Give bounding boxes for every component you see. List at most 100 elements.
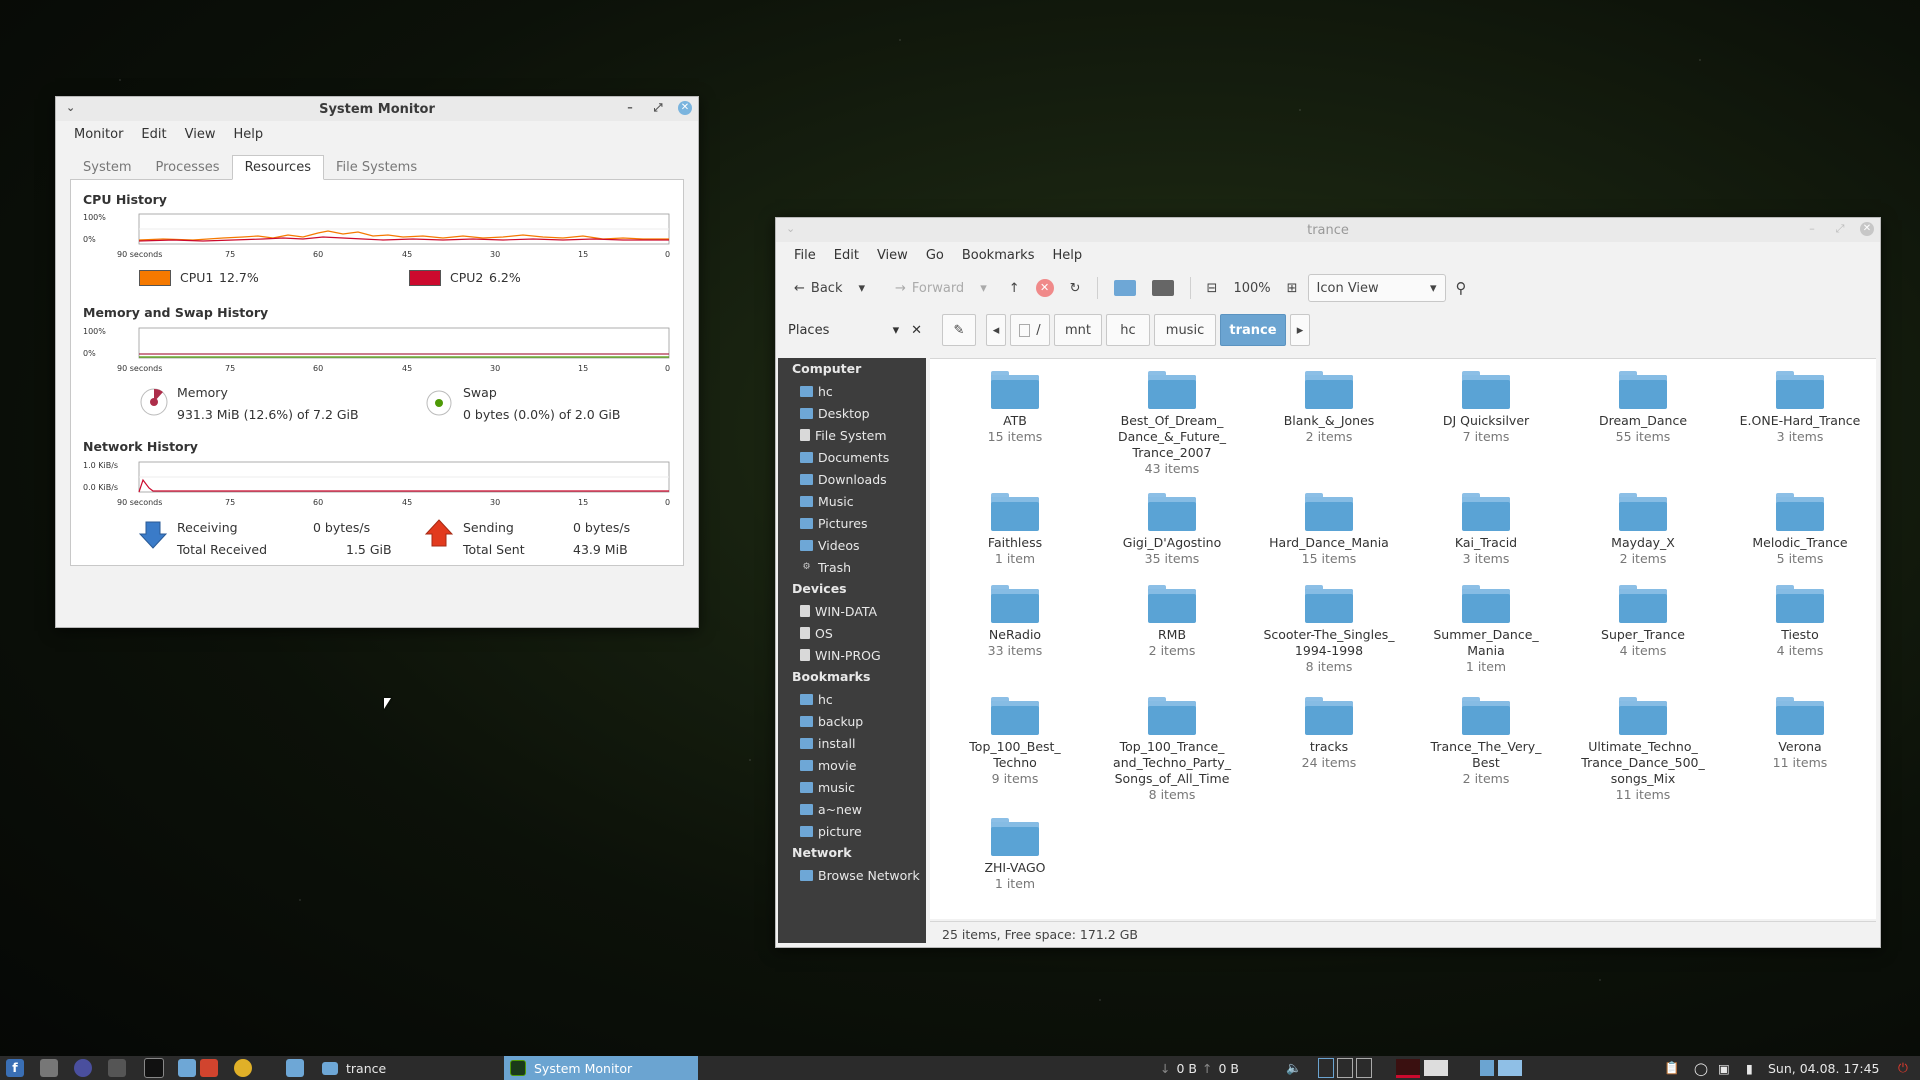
sidebar-item-browse-network[interactable]: Browse Network [778, 864, 926, 886]
sidebar-item-videos[interactable]: Videos [778, 534, 926, 556]
tab-resources[interactable]: Resources [231, 155, 324, 180]
launcher-office[interactable] [200, 1056, 218, 1080]
fm-titlebar[interactable]: ⌄ trance – ⤢ ✕ [776, 218, 1880, 242]
folder-item[interactable]: Mayday_X 2 items [1568, 493, 1718, 567]
location-button[interactable]: ◯ [1694, 1056, 1708, 1080]
reload-icon[interactable]: ↻ [1064, 278, 1087, 299]
folder-item[interactable]: Tiesto 4 items [1725, 585, 1875, 659]
home-folder-icon[interactable] [1108, 277, 1142, 299]
sidebar-item-a-new[interactable]: a~new [778, 798, 926, 820]
menu-view[interactable]: View [869, 246, 916, 265]
folder-item[interactable]: Top_100_Trance_ and_Techno_Party_ Songs_… [1097, 697, 1247, 803]
workspace-3[interactable] [1356, 1058, 1372, 1078]
stop-icon[interactable]: ✕ [1030, 276, 1060, 300]
launcher-terminal[interactable] [144, 1056, 164, 1080]
receive-arrow-icon[interactable] [139, 520, 167, 550]
folder-item[interactable]: Faithless 1 item [940, 493, 1090, 567]
network-button[interactable]: ▣ [1718, 1056, 1730, 1080]
back-history-dropdown-icon[interactable]: ▾ [852, 278, 871, 299]
forward-button[interactable]: → Forward [889, 278, 970, 299]
folder-item[interactable]: Trance_The_Very_ Best 2 items [1411, 697, 1561, 787]
folder-item[interactable]: Kai_Tracid 3 items [1411, 493, 1561, 567]
launcher-settings[interactable] [40, 1056, 58, 1080]
folder-item[interactable]: Verona 11 items [1725, 697, 1875, 771]
path-crumb-mnt[interactable]: mnt [1054, 314, 1102, 346]
close-sidebar-icon[interactable]: ✕ [911, 323, 922, 338]
send-arrow-icon[interactable] [425, 518, 453, 548]
launcher-media[interactable] [74, 1056, 92, 1080]
workspace-2[interactable] [1337, 1058, 1353, 1078]
chevron-down-icon[interactable]: ▾ [893, 323, 900, 338]
folder-item[interactable]: Dream_Dance 55 items [1568, 371, 1718, 445]
sidebar-item-picture[interactable]: picture [778, 820, 926, 842]
sidebar-item-file-system[interactable]: File System [778, 424, 926, 446]
forward-history-dropdown-icon[interactable]: ▾ [974, 278, 993, 299]
path-scroll-right-icon[interactable]: ▸ [1290, 314, 1310, 346]
folder-item[interactable]: Ultimate_Techno_ Trance_Dance_500_ songs… [1568, 697, 1718, 803]
menu-edit[interactable]: Edit [826, 246, 867, 265]
sidebar-item-music[interactable]: music [778, 776, 926, 798]
maximize-icon[interactable]: ⤢ [650, 100, 666, 116]
battery-button[interactable]: ▮ [1746, 1056, 1753, 1080]
window-menu-icon[interactable]: ⌄ [786, 222, 795, 235]
menu-help[interactable]: Help [225, 125, 271, 144]
sidebar-item-win-prog[interactable]: WIN-PROG [778, 644, 926, 666]
workspace-1[interactable] [1318, 1058, 1334, 1078]
launcher-files[interactable] [178, 1056, 196, 1080]
parent-folder-icon[interactable]: ↑ [1003, 278, 1026, 299]
sidebar-item-win-data[interactable]: WIN-DATA [778, 600, 926, 622]
folder-item[interactable]: Super_Trance 4 items [1568, 585, 1718, 659]
folder-item[interactable]: ATB 15 items [940, 371, 1090, 445]
menu-view[interactable]: View [177, 125, 224, 144]
places-dropdown[interactable]: Places [788, 323, 829, 338]
edit-location-button[interactable]: ✎ [942, 314, 976, 346]
launcher-browser[interactable] [234, 1056, 252, 1080]
sidebar-item-music[interactable]: Music [778, 490, 926, 512]
cpu2-color-swatch[interactable] [409, 270, 441, 286]
tab-file-systems[interactable]: File Systems [324, 156, 429, 179]
folder-item[interactable]: tracks 24 items [1254, 697, 1404, 771]
sidebar-item-backup[interactable]: backup [778, 710, 926, 732]
search-icon[interactable]: ⚲ [1450, 276, 1473, 300]
task-system-monitor[interactable]: System Monitor [504, 1056, 698, 1080]
maximize-icon[interactable]: ⤢ [1832, 221, 1848, 237]
sidebar-item-downloads[interactable]: Downloads [778, 468, 926, 490]
window-menu-icon[interactable]: ⌄ [66, 101, 75, 114]
volume-button[interactable]: 🔈 [1286, 1056, 1302, 1080]
close-icon[interactable]: ✕ [1860, 222, 1874, 236]
memory-pie-icon[interactable] [139, 387, 169, 417]
menu-bookmarks[interactable]: Bookmarks [954, 246, 1043, 265]
folder-item[interactable]: Best_Of_Dream_ Dance_&_Future_ Trance_20… [1097, 371, 1247, 477]
minimize-icon[interactable]: – [622, 100, 638, 116]
workspace-switcher[interactable] [1318, 1056, 1372, 1080]
view-mode-dropdown[interactable]: Icon View ▾ [1307, 274, 1446, 302]
folder-item[interactable]: Summer_Dance_ Mania 1 item [1411, 585, 1561, 675]
menu-edit[interactable]: Edit [133, 125, 174, 144]
tab-processes[interactable]: Processes [143, 156, 231, 179]
menu-help[interactable]: Help [1044, 246, 1090, 265]
minimize-icon[interactable]: – [1804, 221, 1820, 237]
system-load-monitor[interactable] [1396, 1056, 1448, 1080]
path-crumb-music[interactable]: music [1154, 314, 1216, 346]
folder-item[interactable]: Scooter-The_Singles_ 1994-1998 8 items [1254, 585, 1404, 675]
sidebar-item-hc[interactable]: hc [778, 688, 926, 710]
sidebar-item-trash[interactable]: ⚙ Trash [778, 556, 926, 578]
window-list-preview[interactable] [1480, 1056, 1522, 1080]
sidebar-item-pictures[interactable]: Pictures [778, 512, 926, 534]
sidebar-item-desktop[interactable]: Desktop [778, 402, 926, 424]
computer-icon[interactable] [1146, 277, 1180, 299]
show-desktop-button[interactable] [286, 1056, 304, 1080]
back-button[interactable]: ← Back [788, 278, 848, 299]
zoom-out-icon[interactable]: ⊟ [1201, 278, 1224, 299]
sidebar-item-hc[interactable]: hc [778, 380, 926, 402]
zoom-in-icon[interactable]: ⊞ [1281, 278, 1304, 299]
sidebar-item-os[interactable]: OS [778, 622, 926, 644]
folder-item[interactable]: Hard_Dance_Mania 15 items [1254, 493, 1404, 567]
folder-item[interactable]: ZHI-VAGO 1 item [940, 818, 1090, 892]
clipboard-button[interactable]: 📋 [1664, 1056, 1680, 1080]
menu-monitor[interactable]: Monitor [66, 125, 131, 144]
folder-item[interactable]: RMB 2 items [1097, 585, 1247, 659]
sysmon-titlebar[interactable]: ⌄ System Monitor – ⤢ ✕ [56, 97, 698, 121]
sidebar-item-movie[interactable]: movie [778, 754, 926, 776]
folder-item[interactable]: Blank_&_Jones 2 items [1254, 371, 1404, 445]
